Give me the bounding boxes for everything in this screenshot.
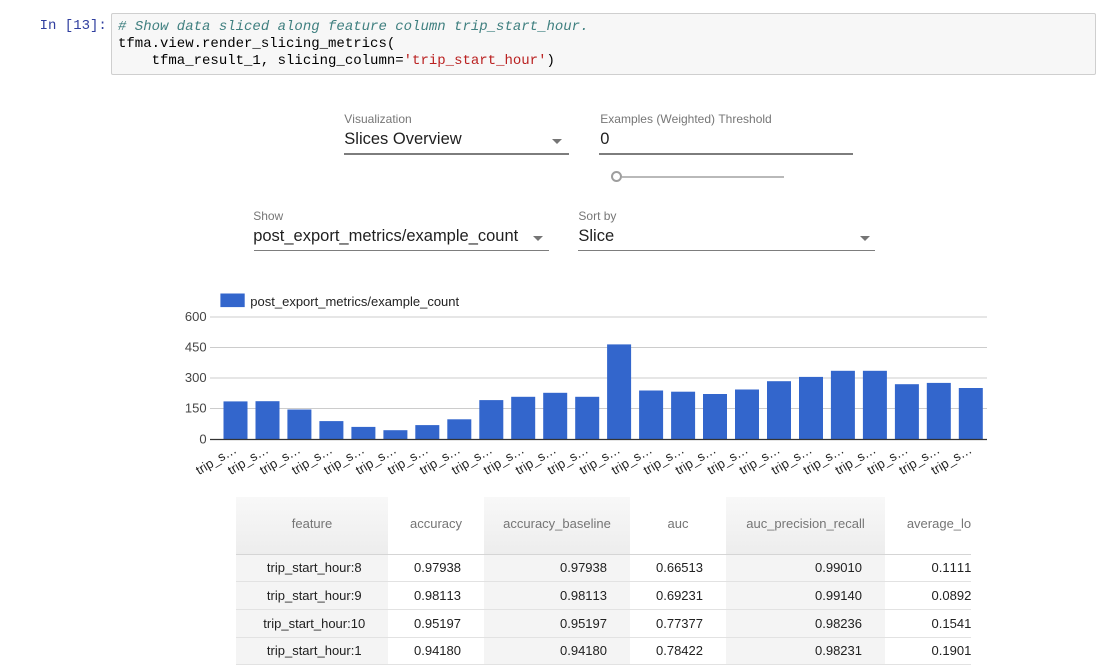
svg-text:600: 600 [185, 309, 207, 324]
svg-text:150: 150 [185, 401, 207, 416]
svg-text:post_export_metrics/example_co: post_export_metrics/example_count [250, 294, 459, 309]
svg-text:300: 300 [185, 370, 207, 385]
svg-text:450: 450 [185, 340, 207, 355]
svg-text:0: 0 [199, 432, 206, 447]
